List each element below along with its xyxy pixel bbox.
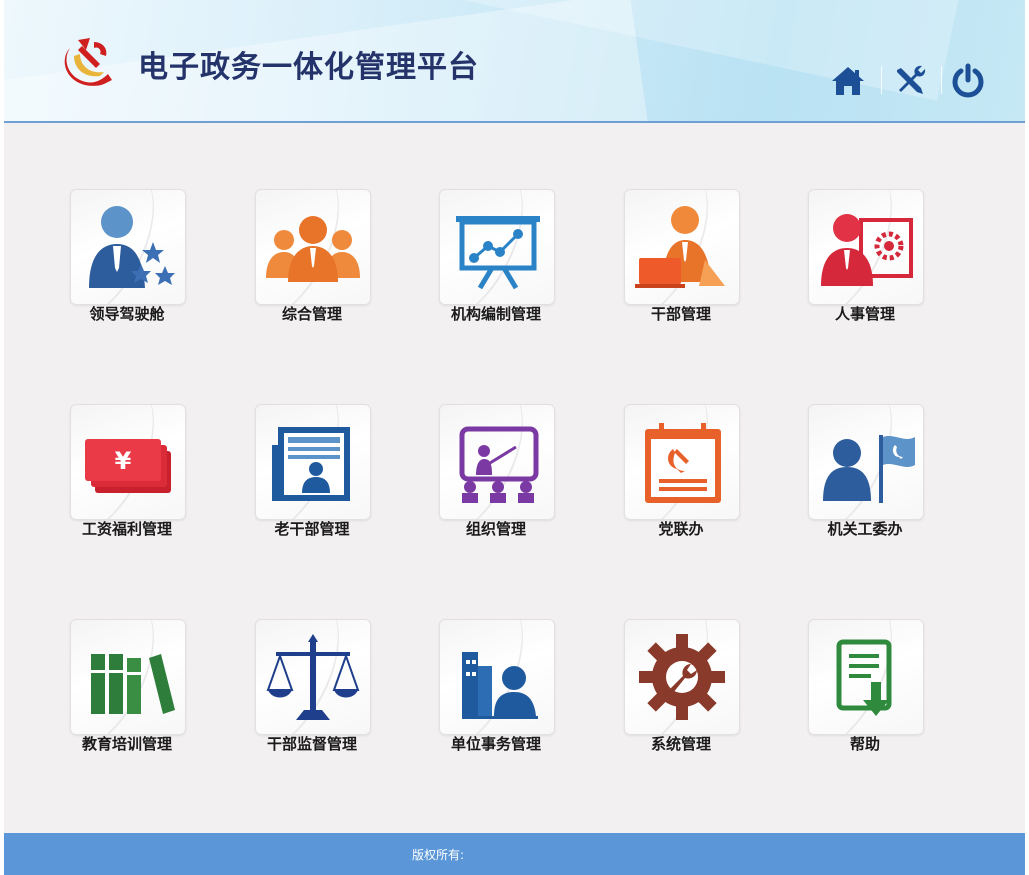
people-group-icon bbox=[266, 216, 360, 282]
tile-label: 干部监督管理 bbox=[266, 735, 357, 753]
gear-wrench-icon bbox=[639, 634, 725, 720]
building-person-icon bbox=[462, 652, 538, 719]
tile-label: 党联办 bbox=[658, 520, 704, 538]
newspaper-person-icon bbox=[272, 427, 350, 501]
tile-label: 老干部管理 bbox=[274, 520, 350, 538]
tile-help[interactable]: 帮助 bbox=[771, 619, 941, 759]
presentation-board-icon bbox=[456, 216, 540, 290]
document-arrow-icon bbox=[836, 639, 892, 716]
tile-label: 组织管理 bbox=[465, 520, 526, 538]
person-flag-icon bbox=[823, 435, 915, 503]
party-emblem-icon bbox=[64, 38, 112, 86]
app-frame: 电子政务一体化管理平台 领导驾驶舱 综合管理 机构编制管理 干部管理 人事管理 … bbox=[4, 0, 1025, 875]
tile-cadre-management[interactable]: 干部管理 bbox=[587, 189, 757, 329]
tile-label: 机关工委办 bbox=[827, 520, 903, 538]
tile-label: 工资福利管理 bbox=[81, 520, 172, 538]
tools-icon[interactable] bbox=[891, 62, 929, 100]
tile-label: 帮助 bbox=[849, 735, 880, 753]
leader-stars-icon bbox=[89, 206, 175, 288]
tile-label: 教育培训管理 bbox=[81, 735, 172, 753]
cadre-laptop-icon bbox=[635, 206, 725, 288]
tile-label: 人事管理 bbox=[834, 305, 895, 323]
tile-education-training[interactable]: 教育培训管理 bbox=[33, 619, 203, 759]
meeting-screen-icon bbox=[459, 426, 539, 503]
tile-party-liaison[interactable]: 党联办 bbox=[587, 404, 757, 544]
tile-general-management[interactable]: 综合管理 bbox=[218, 189, 388, 329]
party-calendar-icon bbox=[645, 423, 721, 503]
tile-personnel-management[interactable]: 人事管理 bbox=[771, 189, 941, 329]
power-icon[interactable] bbox=[949, 62, 987, 100]
tile-label: 系统管理 bbox=[650, 735, 711, 753]
tile-salary-welfare[interactable]: ¥ 工资福利管理 bbox=[33, 404, 203, 544]
tile-party-committee[interactable]: 机关工委办 bbox=[771, 404, 941, 544]
copyright-text: 版权所有: bbox=[412, 848, 465, 862]
tile-label: 机构编制管理 bbox=[450, 305, 541, 323]
tile-retired-cadre[interactable]: 老干部管理 bbox=[218, 404, 388, 544]
tile-label: 单位事务管理 bbox=[450, 735, 541, 753]
books-icon bbox=[91, 654, 175, 714]
tile-system-management[interactable]: 系统管理 bbox=[587, 619, 757, 759]
tile-organization[interactable]: 组织管理 bbox=[402, 404, 572, 544]
person-gear-icon bbox=[821, 214, 913, 286]
svg-text:¥: ¥ bbox=[115, 447, 132, 475]
tile-label: 干部管理 bbox=[650, 305, 711, 323]
tile-label: 领导驾驶舱 bbox=[89, 305, 165, 323]
money-yuan-icon: ¥ bbox=[85, 439, 171, 493]
scales-icon bbox=[266, 634, 360, 720]
tile-label: 综合管理 bbox=[281, 305, 342, 323]
tile-org-staffing[interactable]: 机构编制管理 bbox=[402, 189, 572, 329]
home-icon[interactable] bbox=[829, 62, 867, 100]
page-title: 电子政务一体化管理平台 bbox=[138, 50, 479, 85]
tile-leader-cockpit[interactable]: 领导驾驶舱 bbox=[33, 189, 203, 329]
footer: 版权所有: bbox=[4, 833, 1025, 875]
tile-cadre-supervision[interactable]: 干部监督管理 bbox=[218, 619, 388, 759]
header: 电子政务一体化管理平台 bbox=[4, 0, 1025, 123]
tile-unit-affairs[interactable]: 单位事务管理 bbox=[402, 619, 572, 759]
